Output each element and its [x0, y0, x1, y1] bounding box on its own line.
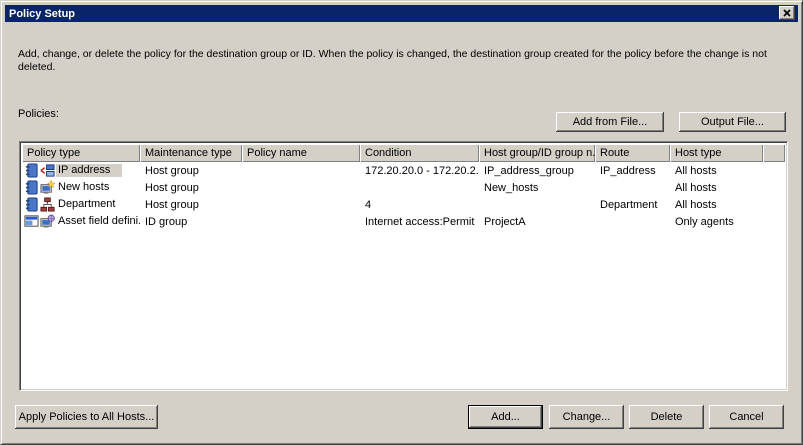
host-type-cell: All hosts	[675, 181, 717, 194]
policy-type-cell: Department	[58, 198, 116, 210]
change-button[interactable]: Change...	[549, 405, 624, 429]
policies-list: Policy type Maintenance type Policy name…	[19, 141, 788, 391]
add-button[interactable]: Add...	[468, 405, 543, 429]
maintenance-type-cell: Host group	[145, 181, 199, 194]
route-cell: IP_address	[600, 164, 656, 177]
table-row[interactable]: Department Host group 4 Department All h…	[22, 196, 785, 213]
host-group-cell: New_hosts	[484, 181, 539, 194]
dialog-description: Add, change, or delete the policy for th…	[18, 48, 767, 73]
title-bar[interactable]: Policy Setup	[5, 5, 798, 22]
host-group-cell: ProjectA	[484, 215, 526, 228]
maintenance-type-cell: ID group	[145, 215, 188, 228]
host-type-cell: All hosts	[675, 198, 717, 211]
address-book-icon	[25, 163, 38, 178]
address-book-icon	[25, 180, 38, 195]
column-header-host-group[interactable]: Host group/ID group n...	[479, 144, 595, 162]
id-window-icon	[24, 215, 39, 227]
policy-type-cell: Asset field defini...	[58, 215, 140, 227]
close-icon	[783, 9, 791, 17]
policy-type-cell: New hosts	[58, 181, 110, 193]
agent-host-icon	[40, 214, 55, 228]
cancel-button[interactable]: Cancel	[709, 405, 784, 429]
table-row[interactable]: New hosts Host group New_hosts All hosts	[22, 179, 785, 196]
route-cell: Department	[600, 198, 658, 211]
apply-policies-all-hosts-button[interactable]: Apply Policies to All Hosts...	[15, 405, 158, 429]
policies-label: Policies:	[18, 108, 59, 120]
department-tree-icon	[40, 197, 55, 212]
delete-button[interactable]: Delete	[629, 405, 704, 429]
column-header-policy-type[interactable]: Policy type	[22, 144, 140, 162]
condition-cell: 172.20.20.0 - 172.20.2...	[365, 164, 479, 177]
ip-network-icon	[40, 164, 55, 177]
host-type-cell: Only agents	[675, 215, 734, 228]
column-header-route[interactable]: Route	[595, 144, 670, 162]
host-type-cell: All hosts	[675, 164, 717, 177]
policy-setup-dialog: Policy Setup Add, change, or delete the …	[0, 0, 803, 445]
column-header-maintenance-type[interactable]: Maintenance type	[140, 144, 242, 162]
condition-cell: 4	[365, 198, 372, 211]
list-header: Policy type Maintenance type Policy name…	[22, 144, 785, 162]
column-header-policy-name[interactable]: Policy name	[242, 144, 360, 162]
column-header-blank[interactable]	[763, 144, 785, 162]
condition-cell: Internet access:Permit	[365, 215, 475, 228]
host-group-cell: IP_address_group	[484, 164, 574, 177]
column-header-condition[interactable]: Condition	[360, 144, 479, 162]
maintenance-type-cell: Host group	[145, 164, 199, 177]
table-row[interactable]: IP address Host group 172.20.20.0 - 172.…	[22, 162, 785, 179]
policy-type-cell: IP address	[56, 164, 123, 177]
new-host-icon	[40, 180, 55, 194]
maintenance-type-cell: Host group	[145, 198, 199, 211]
close-button[interactable]	[779, 6, 795, 20]
column-header-host-type[interactable]: Host type	[670, 144, 763, 162]
add-from-file-button[interactable]: Add from File...	[556, 112, 664, 132]
window-title: Policy Setup	[9, 7, 76, 20]
output-file-button[interactable]: Output File...	[679, 112, 786, 132]
address-book-icon	[25, 197, 38, 212]
table-row[interactable]: Asset field defini... ID group Internet …	[22, 213, 785, 230]
